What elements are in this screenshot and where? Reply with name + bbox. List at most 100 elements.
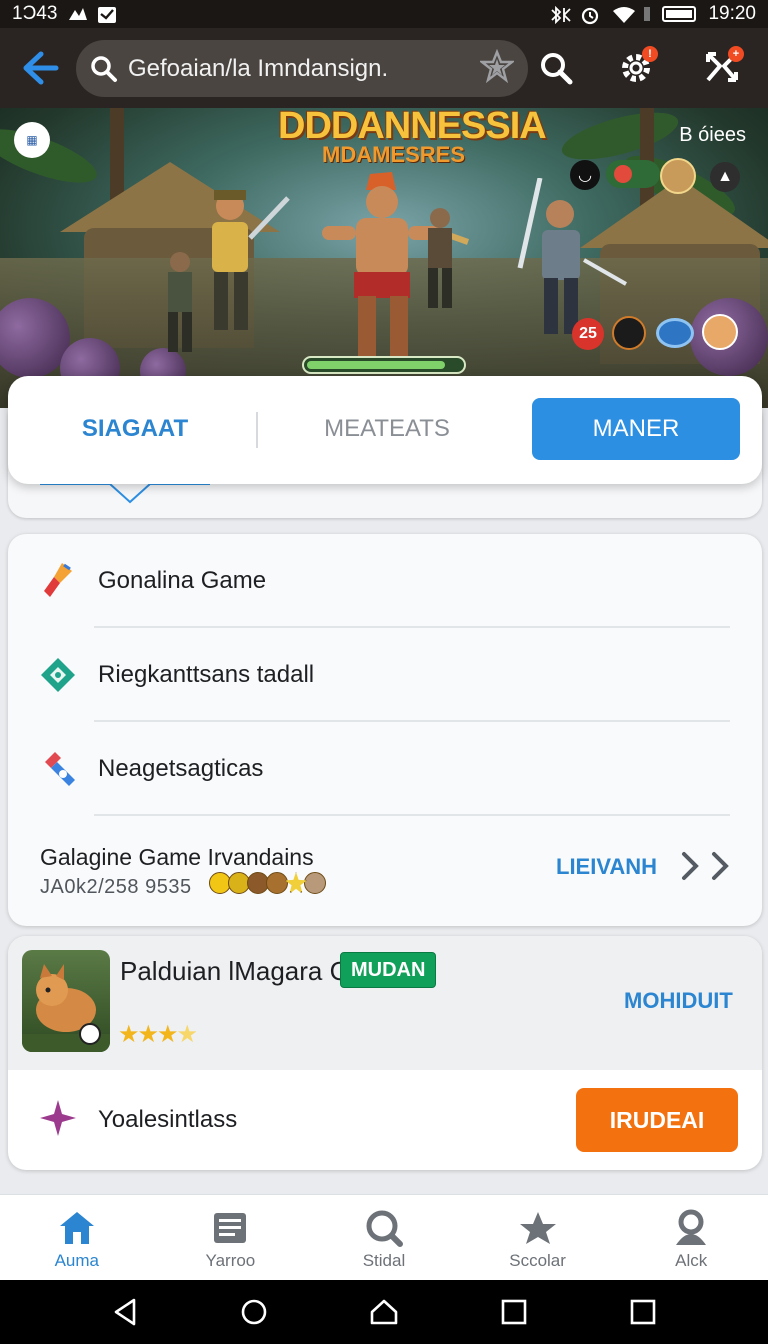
home-icon: [58, 1209, 96, 1247]
hero-counter-badge: 25: [572, 318, 604, 350]
system-navigation-bar: [0, 1280, 768, 1344]
home-circle-icon: [242, 1299, 267, 1325]
hero-mask-icon[interactable]: ◡: [570, 160, 600, 190]
tools-icon: [38, 749, 78, 789]
settings-badge: !: [642, 46, 658, 62]
system-overview-button[interactable]: [623, 1292, 663, 1332]
double-chevron-right-icon[interactable]: [678, 848, 738, 884]
hero-mask-icon[interactable]: [612, 316, 646, 350]
list-item-gonalina[interactable]: Gonalina Game: [8, 534, 762, 628]
nav-label: Stidal: [362, 1251, 406, 1270]
featured-link[interactable]: MOHIDUIT: [624, 988, 733, 1014]
back-arrow-icon: [23, 51, 59, 85]
search-button[interactable]: [530, 42, 582, 94]
row-divider: [94, 814, 730, 816]
mail-icon: [97, 6, 117, 23]
hero-title: DDDANNESSIA: [278, 108, 547, 147]
game-meta: JA0k2/258 9535: [40, 876, 192, 898]
search-icon: [91, 55, 117, 82]
bottom-navigation: Auma Yarroo Stidal Sccolar Alck: [0, 1194, 768, 1280]
sword-fighter-figure: [517, 178, 627, 334]
battery-icon: [662, 6, 697, 22]
coin-icon: [266, 872, 288, 894]
system-recents-button[interactable]: [494, 1292, 534, 1332]
signal-icon: [644, 7, 651, 21]
profile-icon: [672, 1209, 710, 1247]
app-logo-icon[interactable]: ▦: [14, 122, 50, 158]
foliage-decoration: [0, 118, 103, 194]
status-bar: 1Ͻ43 19:20: [0, 0, 768, 28]
list-item-label: Riegkanttsans tadall: [98, 661, 315, 688]
game-title: Galagine Game Irvandains: [40, 844, 314, 870]
featured-game-card: Palduian lMagara Ganok MUDAN ★★★★ MOHIDU…: [8, 936, 762, 1170]
background-soldier-figure: [168, 252, 192, 352]
bluetooth-icon: [548, 5, 572, 25]
rating-star-icon: ★: [118, 1021, 139, 1048]
hero-disc-icon[interactable]: [656, 318, 694, 348]
tab-divider: [256, 412, 258, 448]
rating-stars: ★★★★: [118, 1020, 198, 1049]
app-bar: Gefoaian/la Imndansign. ! +: [0, 28, 768, 108]
nav-label: Yarroo: [205, 1251, 256, 1270]
square-icon: [501, 1299, 526, 1325]
hero-bell-icon[interactable]: ▲: [710, 162, 740, 192]
game-link[interactable]: LIEIVANH: [556, 854, 657, 880]
nav-item-profile[interactable]: Alck: [614, 1195, 768, 1280]
search-input-value: Gefoaian/la Imndansign.: [128, 54, 389, 82]
system-back-button[interactable]: [105, 1292, 145, 1332]
system-home-button[interactable]: [234, 1292, 274, 1332]
house-outline-icon: [370, 1299, 398, 1325]
nav-item-search[interactable]: Stidal: [307, 1195, 461, 1280]
nav-label: Sccolar: [509, 1251, 566, 1270]
tab-siagaat[interactable]: SIAGAAT: [28, 398, 242, 460]
list-item-riegkanttsans[interactable]: Riegkanttsans tadall: [8, 628, 762, 722]
square-icon: [630, 1299, 656, 1325]
favorite-star-icon[interactable]: [478, 48, 516, 88]
featured-row-label: Yoalesintlass: [98, 1106, 238, 1133]
hero-fox-avatar-icon[interactable]: [702, 314, 738, 350]
tab-meateats[interactable]: MEATEATS: [264, 398, 510, 460]
featured-badge: MUDAN: [340, 952, 437, 988]
list-item-neagetsagticas[interactable]: Neagetsagticas: [8, 722, 762, 816]
hero-progress-bar: [302, 356, 466, 374]
menu-list-card: Gonalina Game Riegkanttsans tadall Neage…: [8, 534, 762, 926]
hero-avatar-icon[interactable]: [660, 158, 696, 194]
purple-star-icon: [40, 1100, 76, 1136]
hero-progress-fill: [307, 361, 445, 369]
search-field[interactable]: Gefoaian/la Imndansign.: [76, 40, 528, 97]
brush-icon: [38, 561, 78, 601]
hero-subtitle: MDAMESRES: [322, 142, 466, 167]
tab-maner[interactable]: MANER: [532, 398, 740, 460]
magnifier-icon: [541, 53, 573, 85]
segmented-tabs: SIAGAAT MEATEATS MANER: [8, 376, 762, 484]
search-icon: [365, 1209, 403, 1247]
irudeai-button[interactable]: IRUDEAI: [576, 1088, 738, 1152]
back-triangle-icon: [114, 1298, 136, 1326]
settings-button[interactable]: !: [610, 42, 662, 94]
featured-header[interactable]: Palduian lMagara Ganok MUDAN ★★★★ MOHIDU…: [8, 936, 762, 1070]
nav-label: Auma: [54, 1251, 99, 1270]
list-item-label: Gonalina Game: [98, 567, 267, 594]
status-time-right: 19:20: [708, 3, 756, 24]
list-item-label: Neagetsagticas: [98, 755, 264, 782]
back-button[interactable]: [0, 28, 80, 108]
status-time-left: 1Ͻ43: [12, 3, 58, 24]
hero-banner[interactable]: DDDANNESSIA MDAMESRES B óiees ▦ ◡ ▲ 25: [0, 108, 768, 408]
hero-toggle-icon[interactable]: [606, 160, 660, 188]
diamond-icon: [38, 655, 78, 695]
background-soldier-figure: [428, 208, 452, 308]
notification-icon: [67, 6, 88, 22]
coin-icon: [304, 872, 326, 894]
system-house-button[interactable]: [364, 1292, 404, 1332]
rating-star-icon: ★: [176, 1021, 198, 1048]
game-thumbnail[interactable]: [22, 950, 110, 1052]
news-icon: [211, 1209, 249, 1247]
close-panel-button[interactable]: +: [696, 42, 748, 94]
rating-star-icon: ★: [157, 1021, 178, 1048]
nav-item-news[interactable]: Yarroo: [154, 1195, 308, 1280]
nav-item-home[interactable]: Auma: [0, 1195, 154, 1280]
nav-label: Alck: [675, 1251, 708, 1270]
nav-item-scholar[interactable]: Sccolar: [461, 1195, 615, 1280]
coin-icons: [209, 872, 326, 894]
hero-label: B óiees: [679, 124, 746, 146]
